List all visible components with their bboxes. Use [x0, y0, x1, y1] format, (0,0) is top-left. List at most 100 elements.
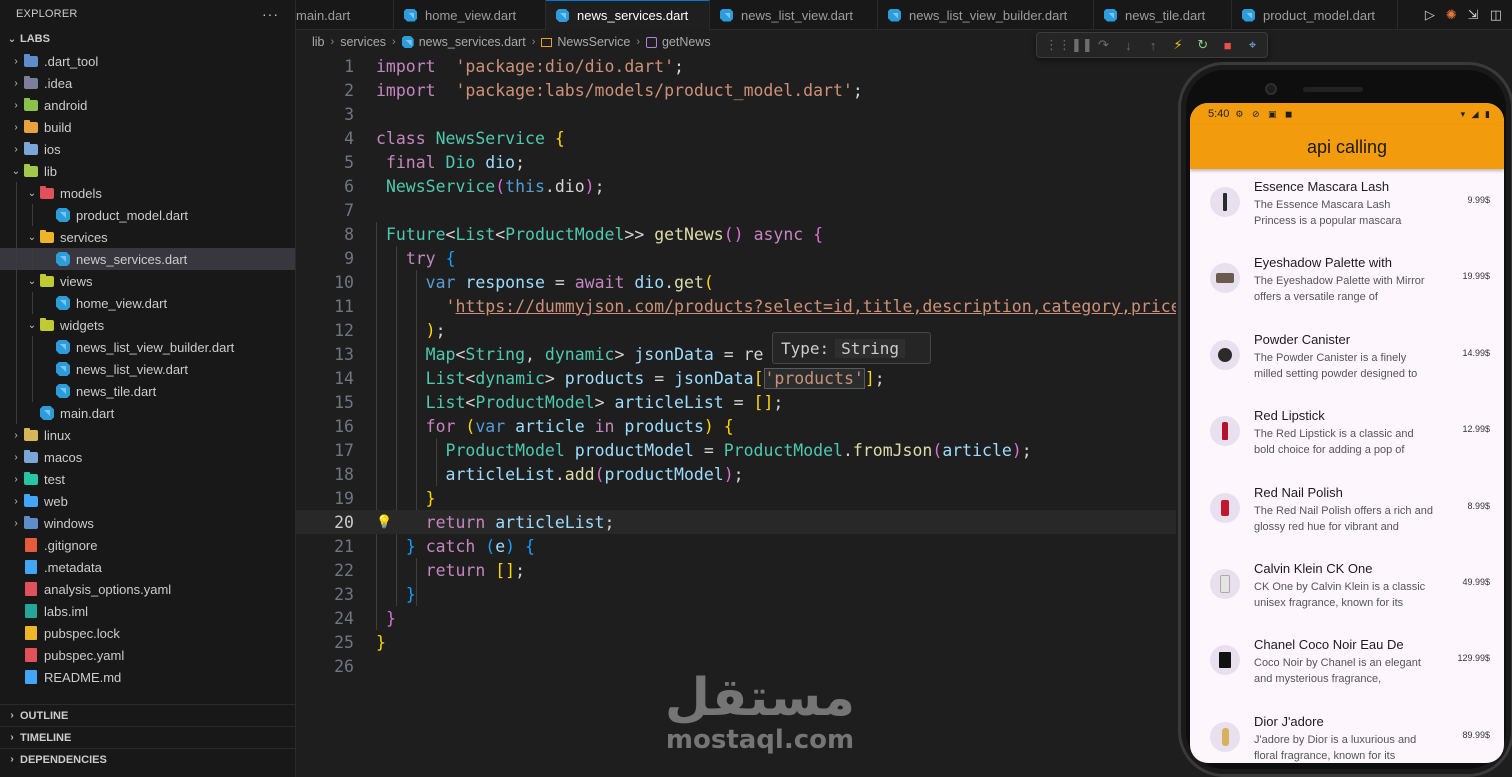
dependencies-panel-header[interactable]: › DEPENDENCIES [0, 748, 296, 770]
tree-indent-guide [32, 292, 33, 314]
code-line[interactable]: 9 try { [296, 246, 1176, 270]
code-text: Map<String, dynamic> jsonData = re [376, 345, 764, 364]
code-line[interactable]: 10 var response = await dio.get( [296, 270, 1176, 294]
tab-news-list-view-dart[interactable]: news_list_view.dart [710, 0, 878, 30]
tree-item-views[interactable]: ⌄ views [0, 270, 295, 292]
tree-item-web[interactable]: › web [0, 490, 295, 512]
breadcrumb-file[interactable]: news_services.dart [419, 35, 526, 49]
tree-item-analysis-options-yaml[interactable]: analysis_options.yaml [0, 578, 295, 600]
breadcrumb-method[interactable]: getNews [662, 35, 711, 49]
tab-main-dart[interactable]: main.dart [296, 0, 394, 30]
product-tile[interactable]: Red Nail Polish The Red Nail Polish offer… [1190, 485, 1504, 545]
code-token: ProductModel [475, 392, 595, 412]
tree-item-news-tile-dart[interactable]: news_tile.dart [0, 380, 295, 402]
code-line[interactable]: 4 class NewsService { [296, 126, 1176, 150]
workspace-root[interactable]: ⌄ LABS [0, 28, 295, 50]
product-tile[interactable]: Dior J'adore J'adore by Dior is a luxurio… [1190, 714, 1504, 763]
tree-item-news-services-dart[interactable]: news_services.dart [0, 248, 295, 270]
code-line[interactable]: 18 articleList.add(productModel); [296, 462, 1176, 486]
layout-icon[interactable]: ◫ [1490, 7, 1502, 23]
tree-item-news-list-view-builder-dart[interactable]: news_list_view_builder.dart [0, 336, 295, 358]
code-line[interactable]: 24 } [296, 606, 1176, 630]
tree-item-dart-tool[interactable]: › .dart_tool [0, 50, 295, 72]
tree-item-home-view-dart[interactable]: home_view.dart [0, 292, 295, 314]
code-line[interactable]: 16 for (var article in products) { [296, 414, 1176, 438]
code-line[interactable]: 22 return []; [296, 558, 1176, 582]
code-line[interactable]: 19 } [296, 486, 1176, 510]
product-tile[interactable]: Powder Canister The Powder Canister is a … [1190, 332, 1504, 392]
code-line[interactable]: 3 [296, 102, 1176, 126]
tab-news-tile-dart[interactable]: news_tile.dart [1094, 0, 1232, 30]
code-line[interactable]: 6 NewsService(this.dio); [296, 174, 1176, 198]
tree-item-pubspec-yaml[interactable]: pubspec.yaml [0, 644, 295, 666]
code-line[interactable]: 20 💡 return articleList; [296, 510, 1176, 534]
breadcrumb-class[interactable]: NewsService [557, 35, 630, 49]
step-out-icon[interactable]: ↑ [1147, 38, 1160, 53]
product-tile[interactable]: Chanel Coco Noir Eau De Coco Noir by Chan… [1190, 637, 1504, 697]
tree-item-readme-md[interactable]: README.md [0, 666, 295, 688]
breadcrumb-lib[interactable]: lib [312, 35, 325, 49]
outline-panel-header[interactable]: › OUTLINE [0, 704, 296, 726]
tree-item-product-model-dart[interactable]: product_model.dart [0, 204, 295, 226]
code-line[interactable]: 21 } catch (e) { [296, 534, 1176, 558]
restart-icon[interactable]: ↻ [1196, 37, 1209, 53]
code-line[interactable]: 7 [296, 198, 1176, 222]
code-token: } [405, 584, 416, 604]
device-screen[interactable]: 5:40 ⚙ ⊘ ▣ ◼ ▾ ◢ ▮ api calling Essence M… [1190, 103, 1504, 763]
step-into-icon[interactable]: ↓ [1122, 38, 1135, 53]
code-line[interactable]: 11 'https://dummyjson.com/products?selec… [296, 294, 1176, 318]
code-line[interactable]: 2 import 'package:labs/models/product_mod… [296, 78, 1176, 102]
product-thumbnail [1210, 339, 1240, 370]
code-line[interactable]: 13 Map<String, dynamic> jsonData = re [296, 342, 1176, 366]
code-line[interactable]: 15 List<ProductModel> articleList = []; [296, 390, 1176, 414]
code-line[interactable]: 14 List<dynamic> products = jsonData['pr… [296, 366, 1176, 390]
tree-item-macos[interactable]: › macos [0, 446, 295, 468]
timeline-panel-header[interactable]: › TIMELINE [0, 726, 296, 748]
tree-item-idea[interactable]: › .idea [0, 72, 295, 94]
product-tile[interactable]: Essence Mascara Lash The Essence Mascara … [1190, 179, 1504, 239]
tree-item-android[interactable]: › android [0, 94, 295, 116]
more-actions-icon[interactable]: ··· [262, 6, 279, 22]
code-line[interactable]: 25} [296, 630, 1176, 654]
tree-item-gitignore[interactable]: .gitignore [0, 534, 295, 556]
code-line[interactable]: 8 Future<List<ProductModel>> getNews() a… [296, 222, 1176, 246]
pause-icon[interactable]: ❚❚ [1071, 37, 1093, 53]
tree-item-main-dart[interactable]: main.dart [0, 402, 295, 424]
inspect-icon[interactable]: ⌖ [1246, 37, 1259, 53]
line-number: 14 [334, 368, 354, 388]
tab-news-list-view-builder-dart[interactable]: news_list_view_builder.dart [878, 0, 1094, 30]
code-token: List [425, 392, 466, 412]
drag-handle-icon[interactable]: ⋮⋮ [1045, 37, 1071, 53]
code-line[interactable]: 5 final Dio dio; [296, 150, 1176, 174]
code-token: ' [445, 296, 456, 316]
tree-item-pubspec-lock[interactable]: pubspec.lock [0, 622, 295, 644]
product-tile[interactable]: Eyeshadow Palette with The Eyeshadow Pale… [1190, 255, 1504, 315]
tree-item-services[interactable]: ⌄ services [0, 226, 295, 248]
code-line[interactable]: 12 ); [296, 318, 1176, 342]
tree-item-models[interactable]: ⌄ models [0, 182, 295, 204]
tree-item-metadata[interactable]: .metadata [0, 556, 295, 578]
tab-home-view-dart[interactable]: home_view.dart [394, 0, 546, 30]
tab-news-services-dart[interactable]: news_services.dart [546, 0, 710, 30]
code-line[interactable]: 23 } [296, 582, 1176, 606]
tree-item-lib[interactable]: ⌄ lib [0, 160, 295, 182]
breadcrumb-services[interactable]: services [340, 35, 386, 49]
tree-item-build[interactable]: › build [0, 116, 295, 138]
open-device-icon[interactable]: ⇲ [1468, 7, 1479, 23]
code-line[interactable]: 17 ProductModel productModel = ProductMo… [296, 438, 1176, 462]
tree-item-news-list-view-dart[interactable]: news_list_view.dart [0, 358, 295, 380]
tree-item-ios[interactable]: › ios [0, 138, 295, 160]
flutter-inspector-icon[interactable]: ✺ [1446, 7, 1457, 23]
step-over-icon[interactable]: ↷ [1097, 37, 1110, 53]
run-icon[interactable]: ▷ [1425, 7, 1435, 23]
product-tile[interactable]: Red Lipstick The Red Lipstick is a classi… [1190, 408, 1504, 468]
tree-item-linux[interactable]: › linux [0, 424, 295, 446]
hot-reload-icon[interactable]: ⚡ [1172, 37, 1185, 53]
stop-icon[interactable]: ■ [1221, 38, 1234, 53]
tab-product-model-dart[interactable]: product_model.dart [1232, 0, 1398, 30]
tree-item-test[interactable]: › test [0, 468, 295, 490]
product-tile[interactable]: Calvin Klein CK One CK One by Calvin Klei… [1190, 561, 1504, 621]
tree-item-windows[interactable]: › windows [0, 512, 295, 534]
tree-item-widgets[interactable]: ⌄ widgets [0, 314, 295, 336]
tree-item-labs-iml[interactable]: labs.iml [0, 600, 295, 622]
